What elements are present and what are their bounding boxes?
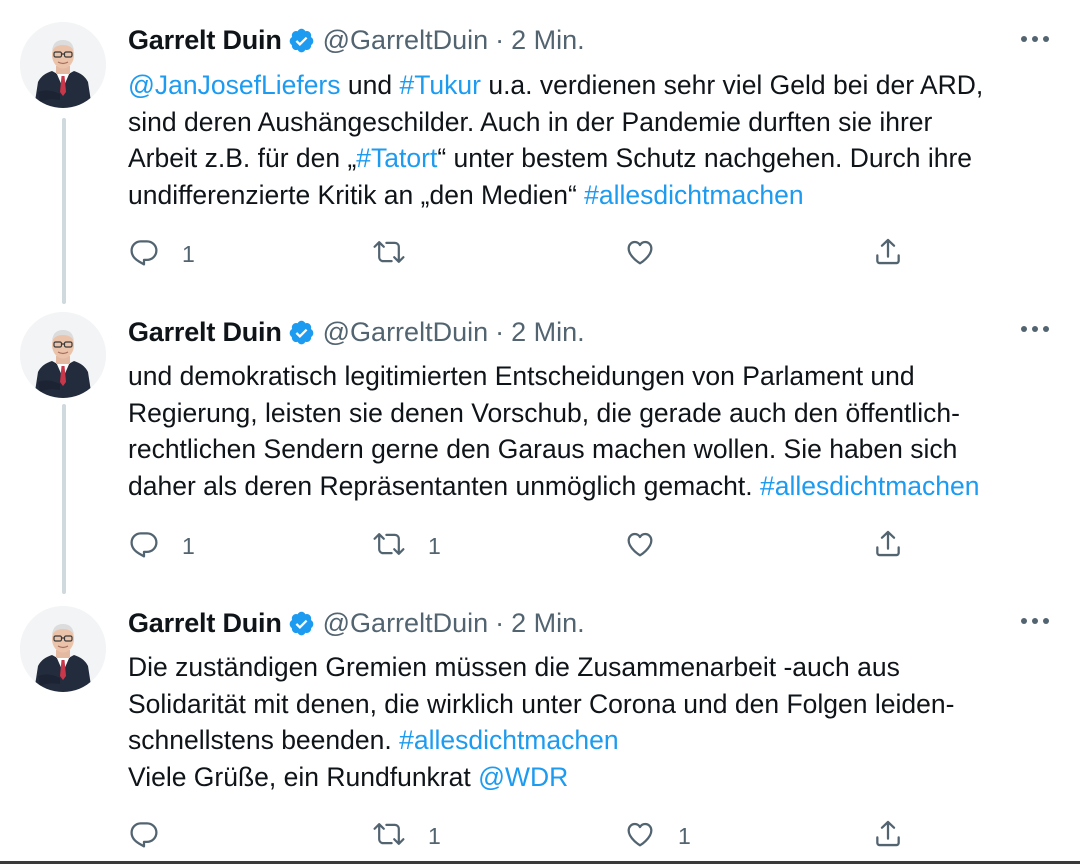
tweet-text-segment: Arbeit z.B. für den „ [128, 143, 357, 173]
author-name[interactable]: Garrelt Duin [128, 608, 282, 639]
hashtag-link[interactable]: #allesdichtmachen [760, 471, 980, 501]
share-button[interactable] [872, 528, 904, 564]
like-icon [624, 818, 656, 855]
tweet-text: @JanJosefLiefers und #Tukur u.a. verdien… [128, 67, 1050, 213]
author-handle[interactable]: @GarreltDuin [323, 25, 488, 56]
tweet-text-line: sind deren Aushängeschilder. Auch in der… [128, 104, 1050, 141]
tweet-text-line: @JanJosefLiefers und #Tukur u.a. verdien… [128, 67, 1050, 104]
tweet-text-segment: daher als deren Repräsentanten unmöglich… [128, 470, 760, 501]
tweet-text-segment: Solidarität mit denen, die wirklich unte… [128, 688, 955, 719]
reply-button[interactable]: 1 [128, 528, 195, 564]
verified-badge-icon [288, 27, 315, 54]
tweet-text-segment: und [340, 70, 400, 100]
retweet-button[interactable] [372, 236, 406, 272]
separator-dot: · [495, 607, 505, 638]
more-options-icon[interactable] [1020, 314, 1050, 344]
author-handle[interactable]: @GarreltDuin [323, 317, 488, 348]
tweet-text-line: Arbeit z.B. für den „#Tatort“ unter best… [128, 140, 1050, 177]
tweet-text-segment: Die zuständigen Gremien müssen die Zusam… [128, 652, 900, 682]
tweet-text-segment: Viele Grüße, ein Rundfunkrat [128, 761, 479, 792]
hashtag-link[interactable]: #Tatort [356, 143, 437, 173]
mention-link[interactable]: @JanJosefLiefers [128, 70, 341, 100]
timestamp[interactable]: 2 Min. [511, 608, 585, 639]
verified-badge-icon [288, 610, 315, 637]
like-icon [624, 236, 656, 273]
like-button[interactable] [624, 528, 656, 564]
retweet-button[interactable]: 1 [372, 818, 441, 854]
avatar[interactable] [20, 606, 106, 692]
share-icon [872, 818, 904, 855]
reply-count: 1 [182, 532, 195, 559]
tweet-text-line: Die zuständigen Gremien müssen die Zusam… [128, 649, 1050, 686]
mention-link[interactable]: @WDR [478, 762, 568, 792]
tweet-text: Die zuständigen Gremien müssen die Zusam… [128, 649, 1050, 795]
tweet-text-segment: “ unter bestem Schutz nachgehen. Durch i… [437, 143, 973, 173]
retweet-icon [372, 236, 406, 273]
timestamp[interactable]: 2 Min. [511, 25, 585, 56]
tweet-text-line: und demokratisch legitimierten Entscheid… [128, 358, 1050, 395]
tweet-header: Garrelt Duin @GarreltDuin · 2 Min. [128, 605, 585, 641]
tweet-text-line: daher als deren Repräsentanten unmöglich… [128, 468, 1050, 505]
like-button[interactable]: 1 [624, 818, 691, 854]
like-count: 1 [678, 822, 691, 849]
retweet-count: 1 [428, 532, 441, 559]
tweet[interactable]: Garrelt Duin @GarreltDuin · 2 Min. und d… [0, 296, 1080, 588]
reply-count: 1 [182, 240, 195, 267]
tweet-text-line: undifferenzierte Kritik an „den Medien“ … [128, 177, 1050, 214]
tweet[interactable]: Garrelt Duin @GarreltDuin · 2 Min. Die z… [0, 588, 1080, 864]
tweet-text-segment: schnellstens beenden. [128, 725, 400, 755]
timestamp[interactable]: 2 Min. [511, 317, 585, 348]
hashtag-link[interactable]: #allesdichtmachen [399, 725, 619, 755]
tweet-header: Garrelt Duin @GarreltDuin · 2 Min. [128, 22, 585, 58]
like-icon [624, 528, 656, 565]
retweet-icon [372, 528, 406, 565]
verified-badge-icon [288, 319, 315, 346]
share-icon [872, 236, 904, 273]
avatar[interactable] [20, 312, 106, 398]
tweet-text-segment: Regierung, leisten sie denen Vorschub, d… [128, 397, 960, 428]
retweet-count: 1 [428, 822, 441, 849]
author-handle[interactable]: @GarreltDuin [323, 608, 488, 639]
avatar[interactable] [20, 22, 106, 108]
tweet-thread: Garrelt Duin @GarreltDuin · 2 Min. @JanJ… [0, 0, 1080, 864]
tweet-text: und demokratisch legitimierten Entscheid… [128, 358, 1050, 504]
tweet-text-segment: u.a. verdienen sehr viel Geld bei der AR… [480, 70, 984, 100]
tweet[interactable]: Garrelt Duin @GarreltDuin · 2 Min. @JanJ… [0, 0, 1080, 296]
reply-button[interactable] [128, 818, 160, 854]
tweet-text-line: Viele Grüße, ein Rundfunkrat @WDR [128, 759, 1050, 796]
retweet-button[interactable]: 1 [372, 528, 441, 564]
hashtag-link[interactable]: #Tukur [399, 70, 481, 100]
share-button[interactable] [872, 818, 904, 854]
tweet-text-segment: sind deren Aushängeschilder. Auch in der… [128, 106, 933, 137]
tweet-text-segment: und demokratisch legitimierten Entscheid… [128, 361, 915, 391]
hashtag-link[interactable]: #allesdichtmachen [584, 180, 804, 210]
like-button[interactable] [624, 236, 656, 272]
tweet-text-line: Regierung, leisten sie denen Vorschub, d… [128, 395, 1050, 432]
tweet-text-segment: rechtlichen Sendern gerne den Garaus mac… [128, 434, 958, 464]
reply-icon [128, 528, 160, 565]
separator-dot: · [495, 316, 505, 347]
reply-button[interactable]: 1 [128, 236, 195, 272]
tweet-text-line: rechtlichen Sendern gerne den Garaus mac… [128, 431, 1050, 468]
reply-icon [128, 236, 160, 273]
more-options-icon[interactable] [1020, 606, 1050, 636]
share-icon [872, 528, 904, 565]
tweet-header: Garrelt Duin @GarreltDuin · 2 Min. [128, 314, 585, 350]
author-name[interactable]: Garrelt Duin [128, 317, 282, 348]
retweet-icon [372, 818, 406, 855]
reply-icon [128, 818, 160, 855]
author-name[interactable]: Garrelt Duin [128, 25, 282, 56]
separator-dot: · [495, 24, 505, 55]
tweet-text-segment: undifferenzierte Kritik an „den Medien“ [128, 179, 585, 210]
tweet-text-line: Solidarität mit denen, die wirklich unte… [128, 686, 1050, 723]
tweet-text-line: schnellstens beenden. #allesdichtmachen [128, 722, 1050, 759]
more-options-icon[interactable] [1020, 24, 1050, 54]
share-button[interactable] [872, 236, 904, 272]
